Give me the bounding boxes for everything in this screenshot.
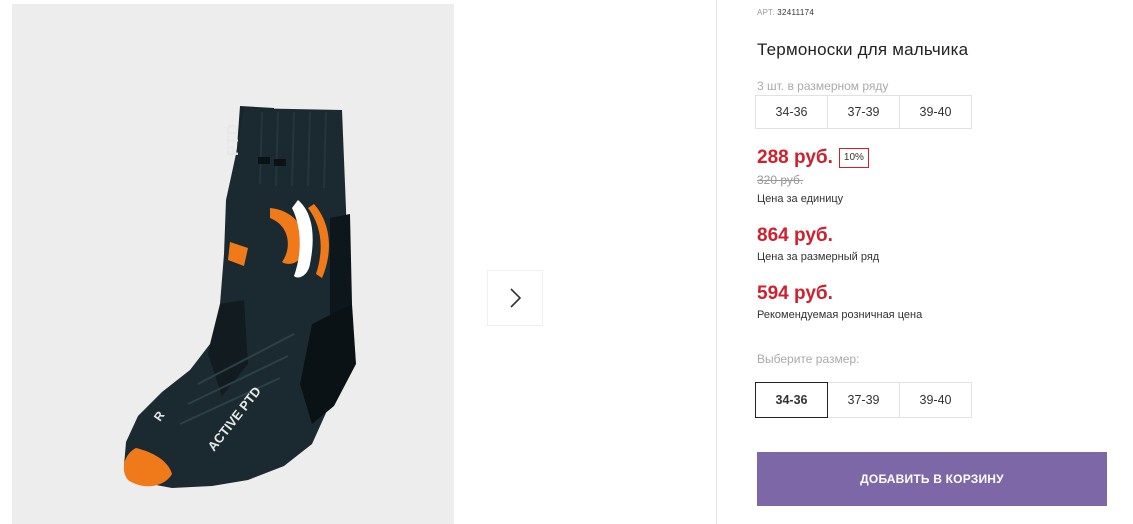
unit-price-caption: Цена за единицу (757, 193, 844, 205)
gallery-next-button[interactable] (488, 271, 542, 325)
size-selector: 34-36 37-39 39-40 (755, 382, 972, 418)
size-row-label: 3 шт. в размерном ряду (757, 79, 889, 93)
panel-divider (716, 0, 717, 524)
size-option-37-39[interactable]: 37-39 (827, 382, 900, 418)
product-main-image[interactable]: PTD ACTIVE PTD R (12, 4, 454, 524)
row-price-caption: Цена за размерный ряд (757, 251, 880, 263)
size-row-item: 39-40 (899, 95, 972, 129)
article-label: АРТ. (757, 8, 775, 17)
size-option-34-36[interactable]: 34-36 (755, 382, 828, 418)
size-row: 34-36 37-39 39-40 (755, 95, 972, 129)
unit-price: 288 руб. (757, 147, 833, 168)
size-option-39-40[interactable]: 39-40 (899, 382, 972, 418)
size-row-item: 37-39 (827, 95, 900, 129)
product-gallery: PTD ACTIVE PTD R (12, 4, 716, 524)
svg-text:PTD: PTD (225, 124, 242, 156)
product-secondary-image (454, 4, 716, 524)
product-title: Термоноски для мальчика (757, 40, 969, 59)
size-select-label: Выберите размер: (757, 352, 860, 366)
retail-price: 594 руб. (757, 283, 833, 304)
retail-price-caption: Рекомендуемая розничная цена (757, 309, 923, 321)
size-row-item: 34-36 (755, 95, 828, 129)
article-number: АРТ. 32411174 (757, 8, 814, 17)
unit-price-block: 288 руб. 10% (757, 147, 869, 169)
add-to-cart-button[interactable]: ДОБАВИТЬ В КОРЗИНУ (757, 452, 1107, 506)
discount-badge: 10% (838, 148, 869, 168)
sock-image: PTD ACTIVE PTD R (123, 106, 356, 488)
row-price: 864 руб. (757, 225, 833, 246)
chevron-right-icon (510, 288, 522, 308)
old-price: 320 руб. (757, 173, 804, 187)
article-value: 32411174 (777, 8, 815, 17)
